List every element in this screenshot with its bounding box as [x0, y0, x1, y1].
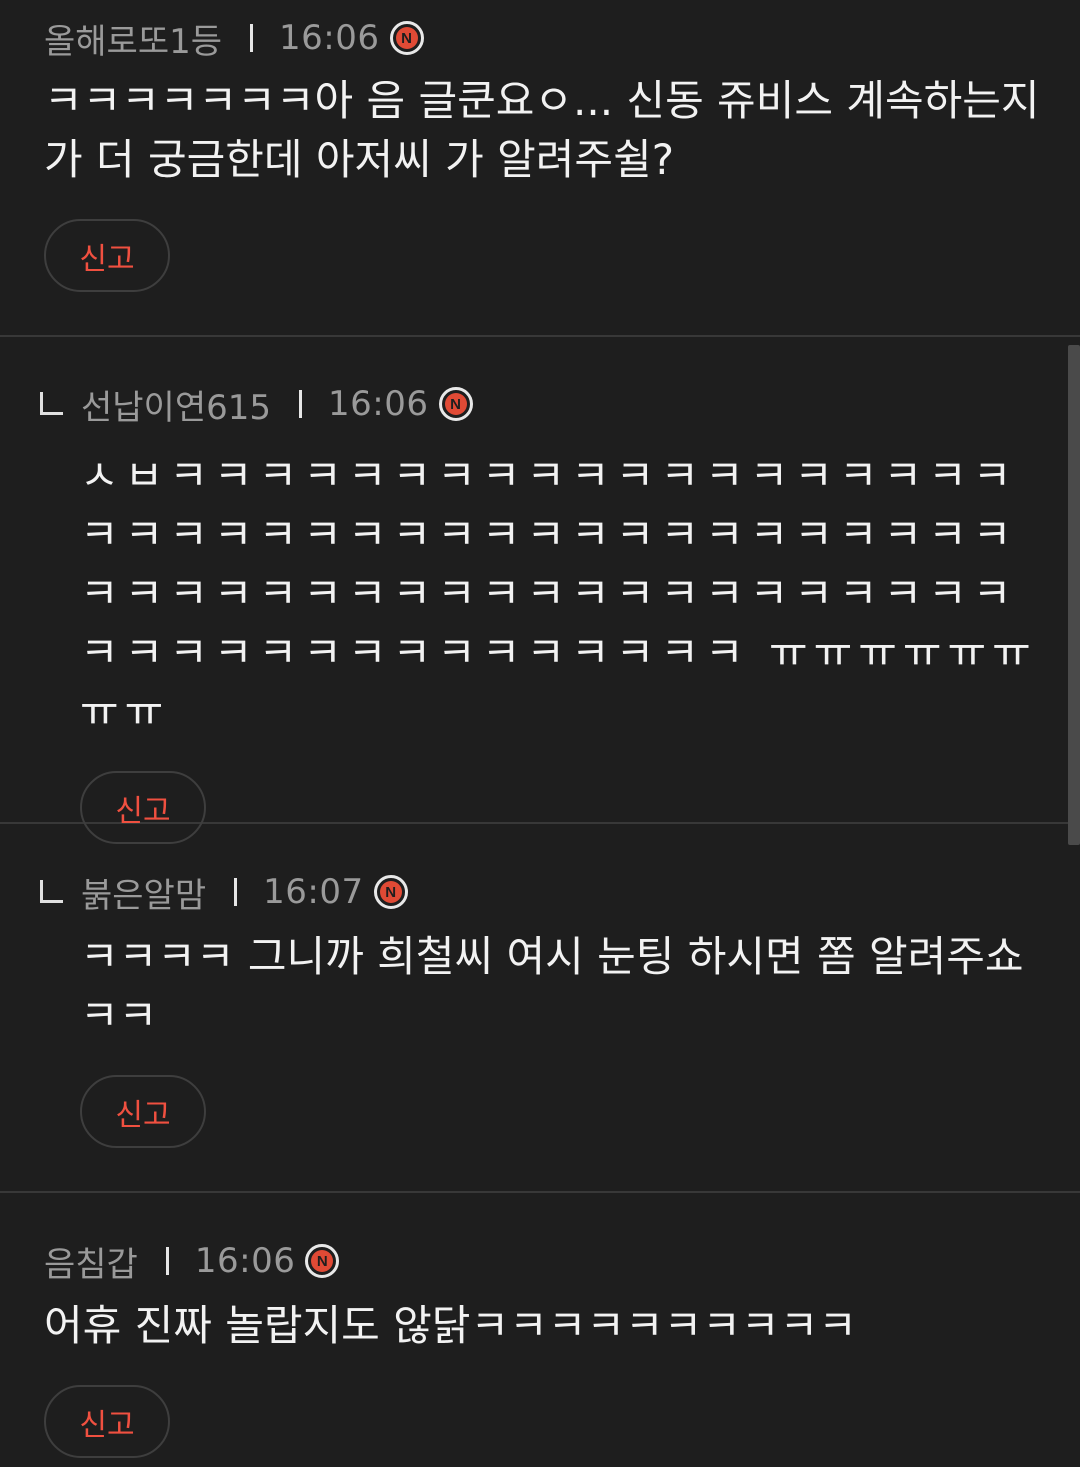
- timestamp: 16:06: [194, 1241, 296, 1281]
- author-name[interactable]: 음침갑: [44, 1237, 138, 1286]
- author-name[interactable]: 선납이연615: [81, 380, 271, 429]
- comment-item: 음침갑 16:06 N 어휴 진짜 놀랍지도 않닭ㅋㅋㅋㅋㅋㅋㅋㅋㅋㅋ 신고: [0, 1193, 1080, 1467]
- comment-item: 올해로또1등 16:06 N ㅋㅋㅋㅋㅋㅋㅋ아 음 글쿤요ㅇ... 신동 쥬비스…: [0, 0, 1080, 337]
- new-badge-label: N: [316, 1252, 328, 1270]
- report-button[interactable]: 신고: [80, 1075, 206, 1148]
- comment-list: 올해로또1등 16:06 N ㅋㅋㅋㅋㅋㅋㅋ아 음 글쿤요ㅇ... 신동 쥬비스…: [0, 0, 1080, 1467]
- new-badge-icon: N: [438, 387, 473, 421]
- separator: [165, 1247, 169, 1275]
- comment-meta: 올해로또1등 16:06 N: [44, 8, 1040, 68]
- reply-arrow-icon: [40, 879, 63, 903]
- new-badge-label: N: [450, 395, 461, 413]
- separator: [250, 24, 254, 52]
- comment-text: 어휴 진짜 놀랍지도 않닭ㅋㅋㅋㅋㅋㅋㅋㅋㅋㅋ: [44, 1301, 857, 1350]
- timestamp: 16:07: [263, 872, 364, 912]
- author-name[interactable]: 올해로또1등: [44, 14, 222, 63]
- new-badge-icon: N: [373, 875, 408, 909]
- scrollbar[interactable]: [1068, 345, 1080, 845]
- comment-text: ㅋㅋㅋㅋㅋㅋㅋ아 음 글쿤요ㅇ... 신동 쥬비스 계속하는지가 더 궁금한데 …: [44, 76, 1040, 184]
- author-name[interactable]: 붉은알맘: [81, 868, 206, 917]
- separator: [299, 390, 303, 418]
- new-badge-label: N: [401, 29, 412, 47]
- new-badge-icon: N: [389, 21, 424, 55]
- report-button[interactable]: 신고: [44, 219, 170, 292]
- comment-meta: 음침갑 16:06 N: [44, 1231, 1040, 1291]
- comment-meta: 선납이연615 16:06 N: [40, 374, 1056, 434]
- reply-arrow-icon: [40, 391, 63, 415]
- reply-item: 붉은알맘 16:07 N ㅋㅋㅋㅋ 그니까 희철씨 여시 눈팅 하시면 쫌 알려…: [0, 824, 1080, 1193]
- comment-meta: 붉은알맘 16:07 N: [40, 862, 1056, 922]
- report-button[interactable]: 신고: [44, 1385, 170, 1458]
- timestamp: 16:06: [328, 384, 429, 424]
- comment-text: ㅋㅋㅋㅋ 그니까 희철씨 여시 눈팅 하시면 쫌 알려주쇼 ㅋㅋ: [80, 932, 1037, 1040]
- new-badge-icon: N: [305, 1244, 340, 1278]
- timestamp: 16:06: [279, 18, 380, 58]
- comment-text: ㅅㅂㅋㅋㅋㅋㅋㅋㅋㅋㅋㅋㅋㅋㅋㅋㅋㅋㅋㅋㅋㅋㅋㅋㅋㅋㅋㅋㅋㅋㅋㅋㅋㅋㅋㅋㅋㅋㅋㅋ…: [80, 451, 1037, 736]
- reply-item: 선납이연615 16:06 N ㅅㅂㅋㅋㅋㅋㅋㅋㅋㅋㅋㅋㅋㅋㅋㅋㅋㅋㅋㅋㅋㅋㅋㅋ…: [0, 337, 1080, 844]
- new-badge-label: N: [385, 883, 397, 901]
- separator: [234, 878, 238, 906]
